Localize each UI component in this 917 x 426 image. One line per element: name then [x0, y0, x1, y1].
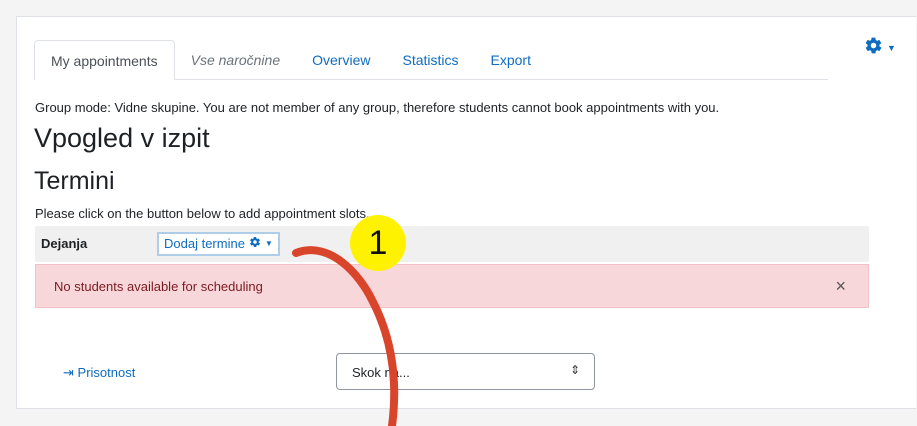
- chevron-down-icon: ▼: [264, 239, 273, 248]
- page-title: Vpogled v izpit: [34, 123, 210, 153]
- add-slots-label: Dodaj termine: [164, 236, 245, 251]
- arrow-right-icon: ⇥: [63, 365, 74, 380]
- annotation-badge: 1: [350, 215, 406, 271]
- attendance-link-label: Prisotnost: [77, 365, 136, 380]
- tab-statistics[interactable]: Statistics: [386, 41, 474, 79]
- actions-label: Dejanja: [41, 236, 88, 251]
- tab-export[interactable]: Export: [475, 41, 547, 79]
- chevron-down-icon: ▼: [887, 43, 896, 53]
- settings-menu[interactable]: ▼: [864, 36, 896, 60]
- group-mode-notice: Group mode: Vidne skupine. You are not m…: [35, 100, 720, 115]
- attendance-link[interactable]: ⇥ Prisotnost: [63, 365, 135, 381]
- jump-to-select[interactable]: Skok na... ⇕: [336, 353, 595, 390]
- actions-row: Dejanja Dodaj termine ▼: [35, 226, 869, 262]
- alert-message: No students available for scheduling: [54, 279, 263, 294]
- sort-arrows-icon: ⇕: [569, 363, 580, 377]
- add-slots-button[interactable]: Dodaj termine ▼: [157, 232, 280, 256]
- jump-to-value: Skok na...: [352, 365, 410, 380]
- tab-overview[interactable]: Overview: [296, 41, 386, 79]
- tab-my-appointments[interactable]: My appointments: [34, 40, 175, 80]
- gear-icon: [249, 234, 261, 254]
- section-title: Termini: [34, 167, 115, 195]
- close-icon[interactable]: ×: [835, 277, 846, 295]
- instruction-text: Please click on the button below to add …: [35, 206, 370, 221]
- tab-all-subscriptions[interactable]: Vse naročnine: [175, 41, 297, 79]
- tab-bar: My appointments Vse naročnine Overview S…: [34, 40, 828, 80]
- gear-icon: [864, 36, 883, 60]
- error-alert: No students available for scheduling ×: [35, 264, 869, 308]
